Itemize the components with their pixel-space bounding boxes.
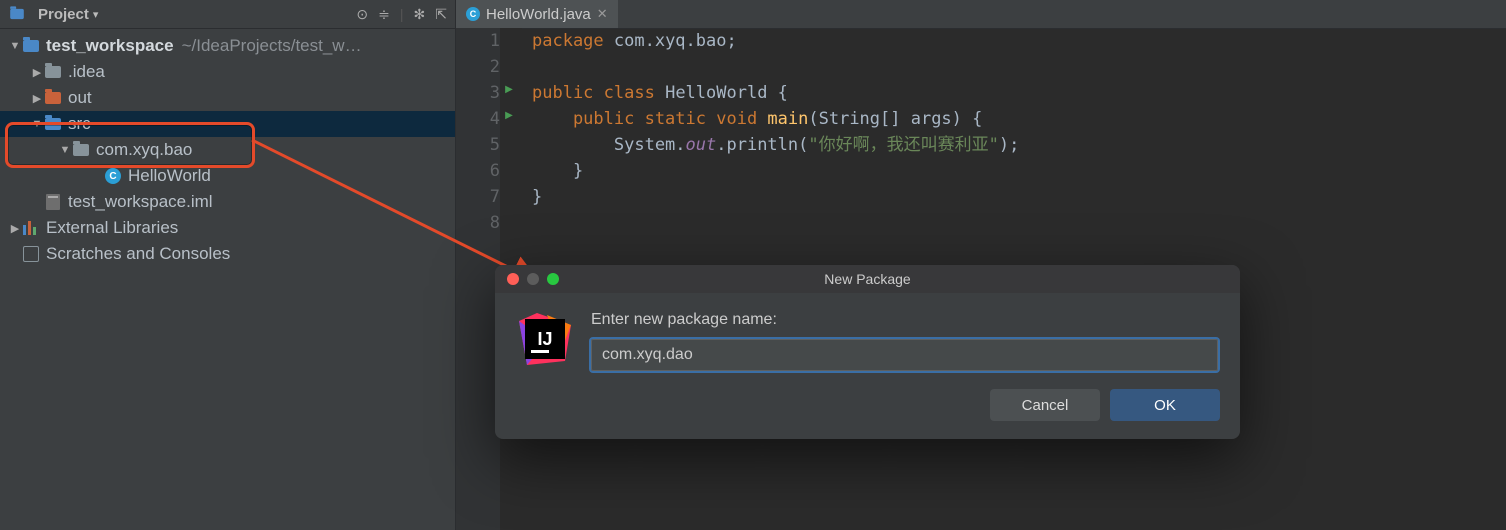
- item-label: .idea: [68, 62, 105, 82]
- panel-dropdown-icon[interactable]: ▾: [93, 8, 99, 21]
- project-view-icon: [8, 5, 26, 23]
- line-num: 5: [456, 132, 500, 158]
- tree-root[interactable]: ▼ test_workspace ~/IdeaProjects/test_w…: [0, 33, 455, 59]
- project-tree: ▼ test_workspace ~/IdeaProjects/test_w… …: [0, 29, 455, 267]
- module-folder-icon: [22, 37, 40, 55]
- new-package-dialog: New Package IJ Enter new package name: C…: [495, 265, 1240, 439]
- dialog-titlebar[interactable]: New Package: [495, 265, 1240, 293]
- hide-icon[interactable]: ⇱: [435, 6, 447, 23]
- line-num: 7: [456, 184, 500, 210]
- line-num: 8: [456, 210, 500, 236]
- expand-arrow-icon[interactable]: ▼: [8, 40, 22, 52]
- tree-item-libraries[interactable]: ▶ External Libraries: [0, 215, 455, 241]
- item-label: test_workspace.iml: [68, 192, 213, 212]
- library-icon: [22, 219, 40, 237]
- expand-arrow-icon[interactable]: ▶: [30, 92, 44, 105]
- project-sidebar: Project ▾ ⊙ ≑ | ✻ ⇱ ▼ test_workspace ~/I…: [0, 0, 456, 530]
- item-label: External Libraries: [46, 218, 178, 238]
- tree-item-class[interactable]: C HelloWorld: [0, 163, 455, 189]
- line-num: 2: [456, 54, 500, 80]
- item-label: src: [68, 114, 91, 134]
- root-path: ~/IdeaProjects/test_w…: [182, 36, 362, 56]
- tree-item-src[interactable]: ▼ src: [0, 111, 455, 137]
- class-icon: C: [104, 167, 122, 185]
- dialog-title: New Package: [495, 271, 1240, 287]
- divider: |: [400, 6, 404, 23]
- item-label: com.xyq.bao: [96, 140, 192, 160]
- collapse-icon[interactable]: ⊙: [356, 6, 368, 23]
- item-label: Scratches and Consoles: [46, 244, 230, 264]
- ok-button[interactable]: OK: [1110, 389, 1220, 421]
- folder-icon: [44, 63, 62, 81]
- tree-item-idea[interactable]: ▶ .idea: [0, 59, 455, 85]
- dialog-prompt: Enter new package name:: [591, 311, 1218, 329]
- package-icon: [72, 141, 90, 159]
- item-label: out: [68, 88, 92, 108]
- tree-item-package[interactable]: ▼ com.xyq.bao: [0, 137, 455, 163]
- line-num: 3: [456, 80, 500, 106]
- tree-item-scratches[interactable]: Scratches and Consoles: [0, 241, 455, 267]
- gear-icon[interactable]: ✻: [414, 6, 426, 23]
- close-tab-icon[interactable]: ✕: [597, 6, 608, 22]
- tab-filename: HelloWorld.java: [486, 6, 591, 23]
- iml-file-icon: [44, 193, 62, 211]
- src-folder-icon: [44, 115, 62, 133]
- scratch-icon: [22, 245, 40, 263]
- root-name: test_workspace: [46, 36, 174, 56]
- intellij-icon: IJ: [517, 311, 573, 367]
- line-num: 1: [456, 28, 500, 54]
- expand-icon[interactable]: ≑: [378, 6, 390, 23]
- run-gutter-icon[interactable]: ▶: [504, 84, 514, 94]
- sidebar-header: Project ▾ ⊙ ≑ | ✻ ⇱: [0, 0, 455, 29]
- editor-tabbar: C HelloWorld.java ✕: [456, 0, 1506, 29]
- line-num: 4: [456, 106, 500, 132]
- line-num: 6: [456, 158, 500, 184]
- tree-item-out[interactable]: ▶ out: [0, 85, 455, 111]
- item-label: HelloWorld: [128, 166, 211, 186]
- package-name-input[interactable]: [591, 339, 1218, 371]
- tree-item-iml[interactable]: test_workspace.iml: [0, 189, 455, 215]
- run-gutter-icon[interactable]: ▶: [504, 110, 514, 120]
- expand-arrow-icon[interactable]: ▼: [30, 118, 44, 130]
- expand-arrow-icon[interactable]: ▼: [58, 144, 72, 156]
- out-folder-icon: [44, 89, 62, 107]
- expand-arrow-icon[interactable]: ▶: [30, 66, 44, 79]
- expand-arrow-icon[interactable]: ▶: [8, 222, 22, 235]
- class-icon: C: [466, 7, 480, 21]
- panel-title[interactable]: Project: [38, 6, 89, 23]
- cancel-button[interactable]: Cancel: [990, 389, 1100, 421]
- editor-tab[interactable]: C HelloWorld.java ✕: [456, 0, 618, 28]
